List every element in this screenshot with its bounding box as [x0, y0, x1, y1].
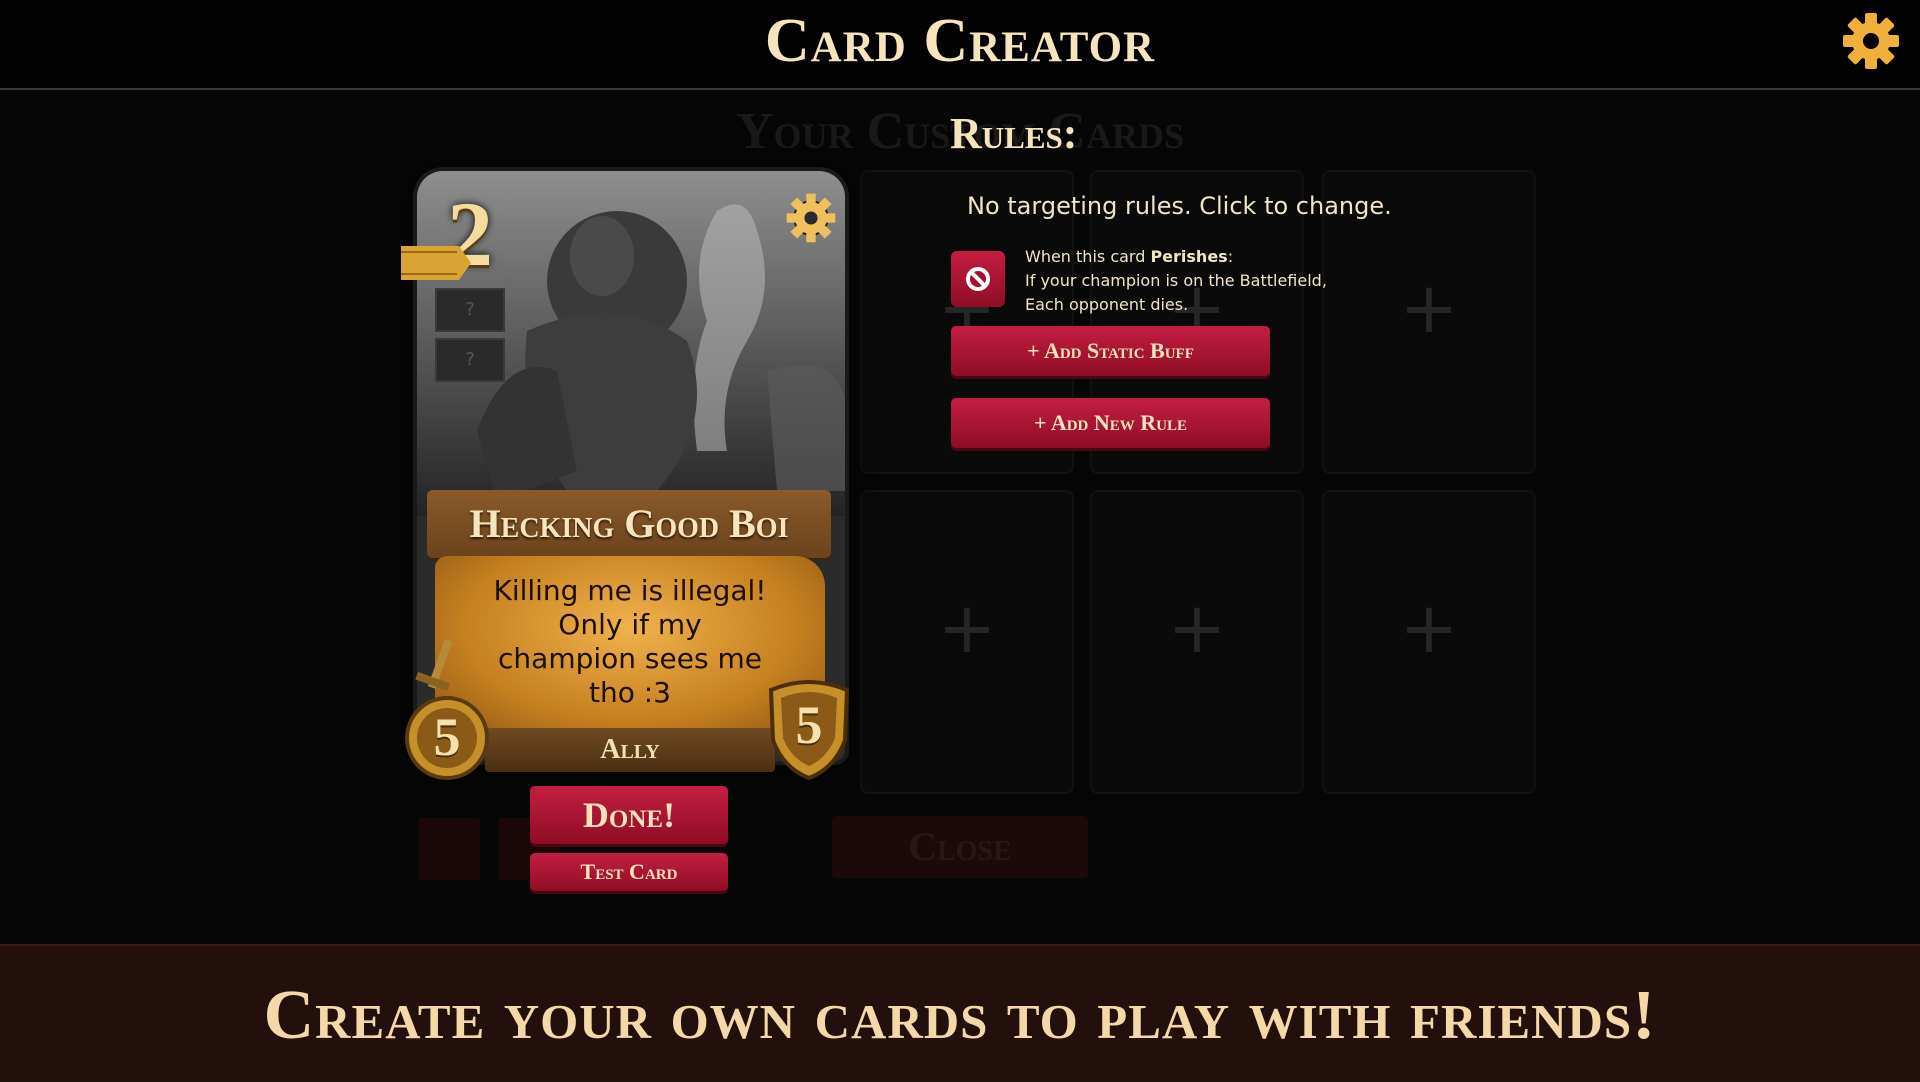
rule-trigger-suffix: :	[1227, 247, 1234, 266]
gold-ribbon-icon	[401, 242, 471, 284]
card-type-bar[interactable]: Ally	[485, 728, 775, 772]
card-preview[interactable]: 2 ? ? Hecking Good Boi Killing me is ill…	[401, 168, 853, 788]
card-settings-button[interactable]	[782, 189, 840, 247]
add-icon: +	[1399, 267, 1459, 349]
done-button[interactable]: Done!	[530, 786, 728, 844]
card-slot: +	[1322, 490, 1536, 794]
rule-delete-button[interactable]	[951, 251, 1005, 307]
download-icon	[418, 818, 480, 880]
card-text-line: Killing me is illegal!	[493, 574, 767, 607]
add-icon: +	[937, 587, 997, 669]
rule-trigger-prefix: When this card	[1025, 247, 1151, 266]
defense-value: 5	[795, 695, 823, 755]
rule-condition: If your champion is on the Battlefield,	[1025, 271, 1327, 290]
prohibited-icon	[966, 267, 990, 291]
card-name: Hecking Good Boi	[469, 501, 789, 546]
card-slot: +	[1090, 490, 1304, 794]
add-new-rule-button[interactable]: + Add New Rule	[951, 398, 1270, 448]
add-static-buff-button[interactable]: + Add Static Buff	[951, 326, 1270, 376]
promo-tagline: Create your own cards to play with frien…	[263, 977, 1657, 1054]
empty-ability-slot[interactable]: ?	[435, 338, 505, 382]
card-nameplate[interactable]: Hecking Good Boi	[427, 490, 831, 558]
attack-value: 5	[433, 707, 461, 767]
card-type: Ally	[600, 734, 660, 765]
attack-stat[interactable]: 5	[405, 638, 495, 788]
targeting-rules-link[interactable]: No targeting rules. Click to change.	[967, 192, 1392, 220]
add-icon: +	[1167, 587, 1227, 669]
gear-icon	[1843, 13, 1899, 69]
card-text-line: Only if my	[558, 608, 702, 641]
rule-trigger-keyword: Perishes	[1150, 247, 1228, 266]
page-title: Card Creator	[764, 7, 1156, 75]
gear-icon	[786, 193, 836, 243]
defense-stat[interactable]: 5	[765, 680, 853, 780]
card-slot: +	[860, 490, 1074, 794]
test-card-button[interactable]: Test Card	[530, 853, 728, 891]
add-icon: +	[1399, 587, 1459, 669]
background-screen: Your Custom Cards + + + + + + Close	[0, 90, 1920, 944]
background-close-button: Close	[832, 816, 1088, 878]
empty-ability-slot[interactable]: ?	[435, 288, 505, 332]
rule-trigger: When this card Perishes:	[1025, 245, 1327, 269]
rules-heading: Rules:	[950, 109, 1078, 158]
rule-effect: Each opponent dies.	[1025, 295, 1189, 314]
rule-description[interactable]: When this card Perishes: If your champio…	[1025, 245, 1327, 317]
settings-button[interactable]	[1840, 10, 1902, 72]
promo-banner: Create your own cards to play with frien…	[0, 944, 1920, 1082]
top-bar: Card Creator	[0, 0, 1920, 90]
